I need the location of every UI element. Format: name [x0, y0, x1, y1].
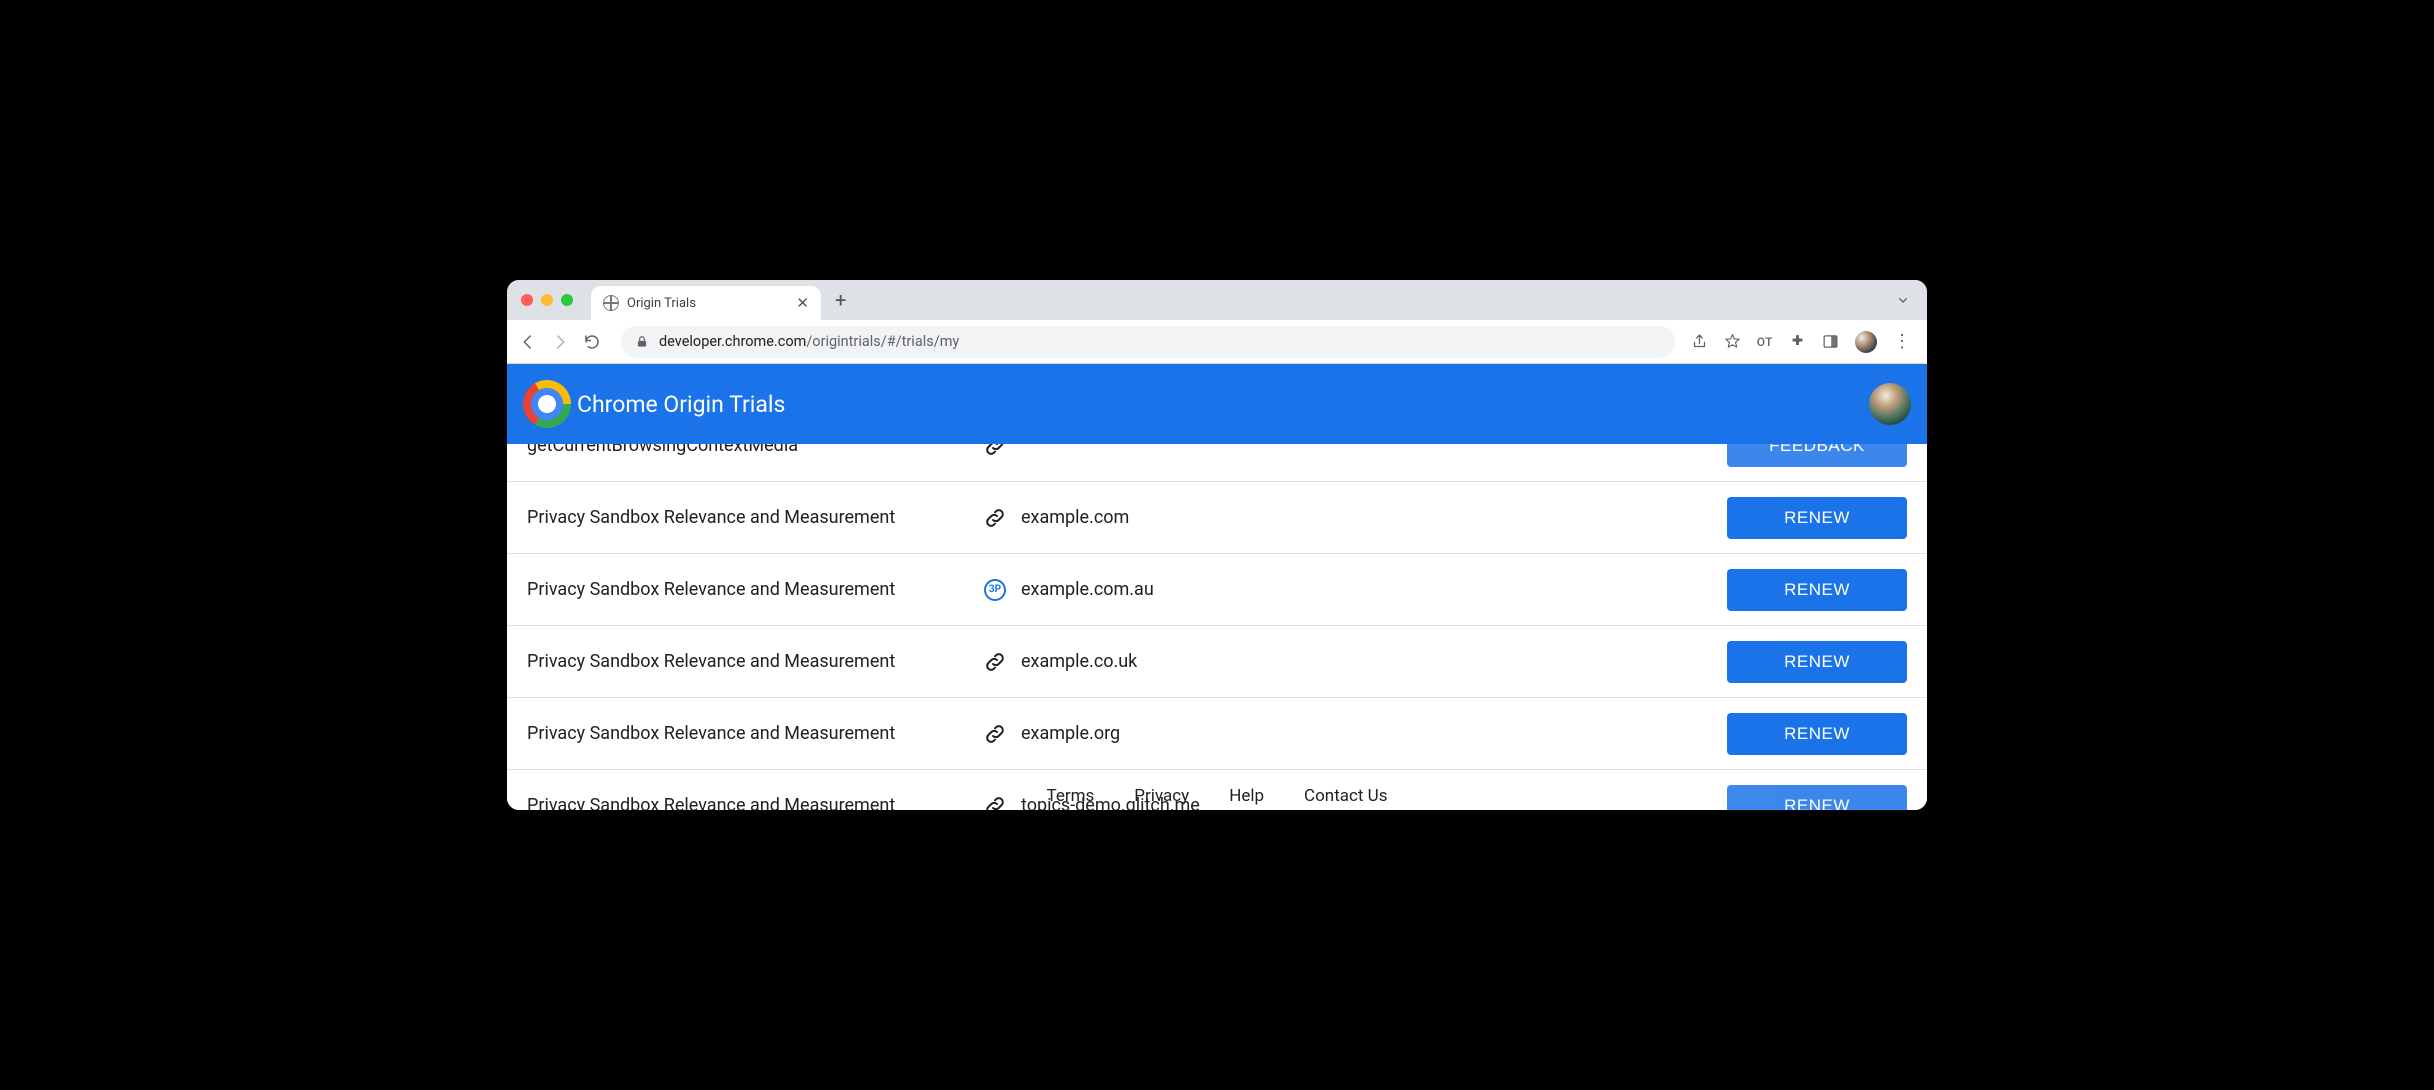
- renew-button[interactable]: RENEW: [1727, 569, 1907, 611]
- action-cell: RENEW: [1727, 569, 1907, 611]
- trial-domain: example.org: [1017, 723, 1727, 744]
- profile-avatar-small[interactable]: [1855, 331, 1877, 353]
- trial-domain: example.co.uk: [1017, 651, 1727, 672]
- forward-button[interactable]: [551, 333, 573, 351]
- address-bar: developer.chrome.com/origintrials/#/tria…: [507, 320, 1927, 364]
- trial-row[interactable]: getCurrentBrowsingContextMedia FEEDBACK: [507, 444, 1927, 482]
- link-icon: [973, 650, 1017, 674]
- link-icon: [983, 650, 1007, 674]
- trial-row[interactable]: Privacy Sandbox Relevance and Measuremen…: [507, 626, 1927, 698]
- footer-help-link[interactable]: Help: [1229, 786, 1264, 806]
- window-controls: [521, 294, 573, 306]
- maximize-window-button[interactable]: [561, 294, 573, 306]
- trial-row[interactable]: Privacy Sandbox Relevance and Measuremen…: [507, 554, 1927, 626]
- renew-button[interactable]: RENEW: [1727, 713, 1907, 755]
- close-tab-button[interactable]: ✕: [796, 294, 809, 312]
- back-button[interactable]: [519, 333, 541, 351]
- browser-menu-button[interactable]: ⋮: [1893, 331, 1911, 352]
- share-icon[interactable]: [1691, 333, 1708, 350]
- trial-domain: example.com.au: [1017, 579, 1727, 600]
- url-text: developer.chrome.com/origintrials/#/tria…: [659, 333, 959, 350]
- tabs-dropdown-button[interactable]: [1895, 292, 1911, 308]
- browser-tab[interactable]: Origin Trials ✕: [591, 286, 821, 320]
- app-header: Chrome Origin Trials: [507, 364, 1927, 444]
- link-icon: [983, 722, 1007, 746]
- action-cell: RENEW: [1727, 497, 1907, 539]
- close-window-button[interactable]: [521, 294, 533, 306]
- action-cell: FEEDBACK: [1727, 444, 1907, 467]
- browser-window: Origin Trials ✕ + developer.chrome.com/o…: [507, 280, 1927, 810]
- app-title: Chrome Origin Trials: [577, 391, 785, 418]
- extensions-icon[interactable]: [1789, 333, 1806, 350]
- action-cell: RENEW: [1727, 641, 1907, 683]
- link-icon: [983, 506, 1007, 530]
- trial-name: getCurrentBrowsingContextMedia: [527, 444, 973, 456]
- lock-icon: [635, 335, 649, 349]
- tab-strip: Origin Trials ✕ +: [507, 280, 1927, 320]
- footer-terms-link[interactable]: Terms: [1047, 786, 1095, 806]
- renew-button[interactable]: RENEW: [1727, 641, 1907, 683]
- link-icon: [973, 506, 1017, 530]
- reload-button[interactable]: [583, 333, 605, 351]
- trial-row[interactable]: Privacy Sandbox Relevance and Measuremen…: [507, 698, 1927, 770]
- sidepanel-icon[interactable]: [1822, 333, 1839, 350]
- trial-domain: example.com: [1017, 507, 1727, 528]
- trial-list: getCurrentBrowsingContextMedia FEEDBACK Pr…: [507, 444, 1927, 810]
- feedback-button[interactable]: FEEDBACK: [1727, 444, 1907, 467]
- trial-name: Privacy Sandbox Relevance and Measuremen…: [527, 723, 973, 744]
- globe-icon: [603, 295, 619, 311]
- third-party-badge: 3P: [984, 579, 1006, 601]
- extension-badge[interactable]: OT: [1757, 335, 1773, 349]
- renew-button[interactable]: RENEW: [1727, 497, 1907, 539]
- footer-privacy-link[interactable]: Privacy: [1134, 786, 1189, 806]
- trial-name: Privacy Sandbox Relevance and Measuremen…: [527, 651, 973, 672]
- bookmark-icon[interactable]: [1724, 333, 1741, 350]
- action-cell: RENEW: [1727, 713, 1907, 755]
- footer-links: Terms Privacy Help Contact Us: [507, 786, 1927, 806]
- link-icon: [983, 444, 1007, 458]
- content-viewport[interactable]: getCurrentBrowsingContextMedia FEEDBACK Pr…: [507, 444, 1927, 810]
- chrome-logo-icon: [523, 380, 571, 428]
- toolbar-right: OT ⋮: [1691, 331, 1915, 353]
- profile-avatar[interactable]: [1869, 383, 1911, 425]
- trial-row[interactable]: Privacy Sandbox Relevance and Measuremen…: [507, 482, 1927, 554]
- link-icon: [973, 444, 1017, 458]
- minimize-window-button[interactable]: [541, 294, 553, 306]
- tab-title: Origin Trials: [627, 296, 696, 311]
- trial-name: Privacy Sandbox Relevance and Measuremen…: [527, 579, 973, 600]
- link-icon: [973, 722, 1017, 746]
- url-input[interactable]: developer.chrome.com/origintrials/#/tria…: [621, 326, 1675, 358]
- new-tab-button[interactable]: +: [835, 288, 846, 312]
- trial-name: Privacy Sandbox Relevance and Measuremen…: [527, 507, 973, 528]
- footer-contact-link[interactable]: Contact Us: [1304, 786, 1387, 806]
- third-party-icon: 3P: [973, 579, 1017, 601]
